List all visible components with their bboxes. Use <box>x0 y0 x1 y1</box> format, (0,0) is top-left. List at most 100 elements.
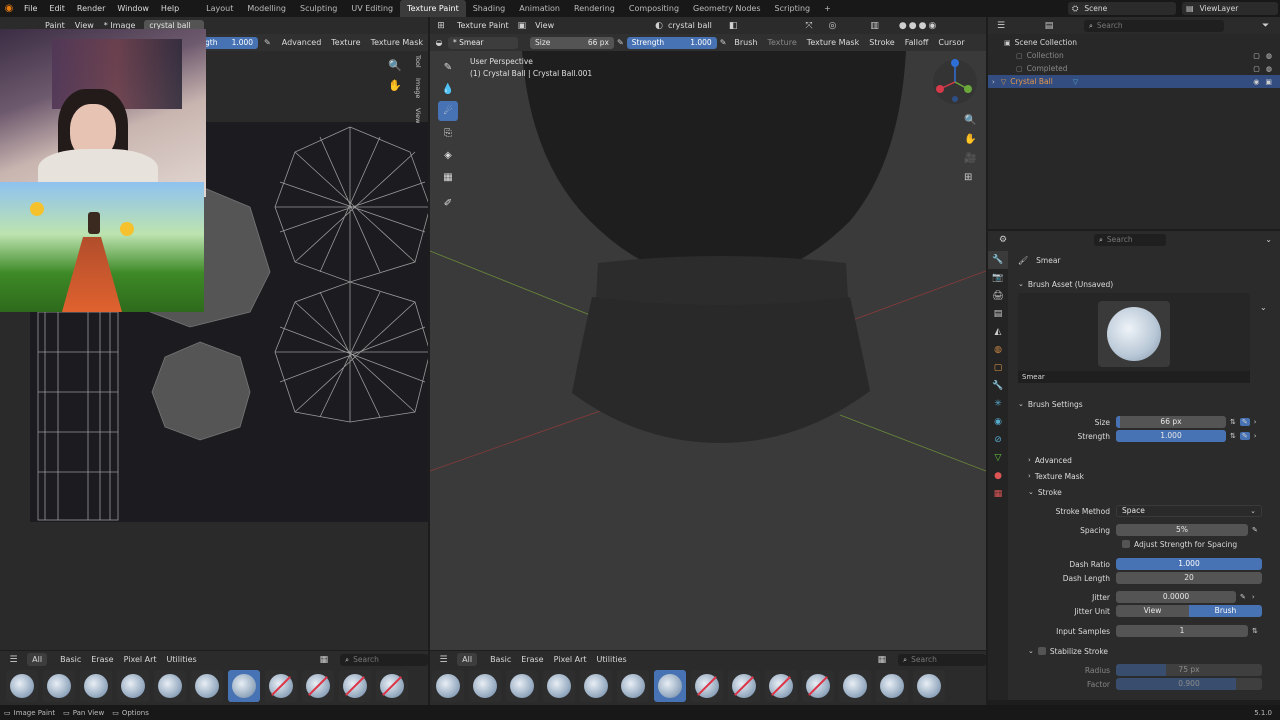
image-texture-mask-dropdown[interactable]: Texture Mask <box>366 34 428 51</box>
clone-tool-icon[interactable]: ⎘ <box>438 123 458 143</box>
brush-thumb[interactable] <box>117 670 149 702</box>
editor-type-icon[interactable]: ⊞ <box>430 21 452 31</box>
stroke-subpanel-header[interactable]: ⌄ Stroke <box>1012 485 1278 499</box>
ortho-toggle-icon[interactable]: ⊞ <box>964 172 972 183</box>
soften-tool-icon[interactable]: 💧 <box>438 79 458 99</box>
brush-thumb[interactable] <box>43 670 75 702</box>
object-tab-icon[interactable]: ▢ <box>988 359 1008 377</box>
expand-arrow-icon[interactable]: › <box>992 78 995 86</box>
tab-geometry-nodes[interactable]: Geometry Nodes <box>686 0 767 17</box>
world-tab-icon[interactable]: ◍ <box>988 341 1008 359</box>
shelf-tab-all[interactable]: All <box>457 653 478 666</box>
camera-view-icon[interactable]: 🎥 <box>964 153 976 164</box>
smear-tool-icon[interactable]: ☄ <box>438 101 458 121</box>
shading-mode-icon[interactable]: ◧ <box>729 21 738 31</box>
brush-thumb[interactable] <box>839 670 871 702</box>
brush-asset-name-field[interactable]: Smear <box>1018 371 1250 383</box>
brush-thumb[interactable] <box>580 670 612 702</box>
tab-scripting[interactable]: Scripting <box>768 0 818 17</box>
brush-preset-icon[interactable]: ◒ <box>430 38 448 47</box>
brush-thumb[interactable] <box>802 670 834 702</box>
brush-thumb[interactable] <box>302 670 334 702</box>
dash-ratio-slider[interactable]: 1.000 <box>1116 558 1262 570</box>
brush-thumb[interactable] <box>728 670 760 702</box>
properties-options-icon[interactable]: ⌄ <box>1265 235 1272 244</box>
tab-view[interactable]: View <box>414 108 422 123</box>
stroke-dropdown[interactable]: Stroke <box>864 34 900 51</box>
brush-thumb[interactable] <box>765 670 797 702</box>
zoom-icon[interactable]: 🔍 <box>388 59 402 72</box>
render-tab-icon[interactable]: 📷 <box>988 269 1008 287</box>
menu-render[interactable]: Render <box>71 0 111 17</box>
shelf-tab-erase[interactable]: Erase <box>516 651 548 668</box>
tab-animation[interactable]: Animation <box>512 0 567 17</box>
display-mode-icon[interactable]: ▤ <box>1014 21 1084 31</box>
unified-size-icon[interactable]: ⇅ <box>1230 418 1236 426</box>
visibility-icon[interactable]: ◉ <box>1253 78 1259 86</box>
strength-expand-icon[interactable]: › <box>1254 432 1257 440</box>
jitter-expand-icon[interactable]: › <box>1252 593 1255 601</box>
texture-dropdown[interactable]: Texture <box>763 34 802 51</box>
outliner-row-collection[interactable]: ▢ Collection ▢ ◍ <box>988 49 1280 62</box>
brush-thumb[interactable] <box>691 670 723 702</box>
jitter-pressure-icon[interactable]: ✎ <box>1240 593 1246 601</box>
tab-layout[interactable]: Layout <box>199 0 240 17</box>
adjust-strength-row[interactable]: Adjust Strength for Spacing <box>1012 537 1278 551</box>
tab-modelling[interactable]: Modelling <box>240 0 293 17</box>
advanced-subpanel-header[interactable]: › Advanced <box>1012 453 1278 467</box>
brush-settings-panel-header[interactable]: ⌄ Brush Settings <box>1012 397 1278 411</box>
shelf-tab-all[interactable]: All <box>27 653 48 666</box>
shelf-tab-pixel-art[interactable]: Pixel Art <box>549 651 592 668</box>
input-samples-field[interactable]: 1 <box>1116 625 1248 637</box>
scene-selector[interactable]: ⛭ Scene <box>1068 2 1176 15</box>
scene-collection-row[interactable]: ▣ Scene Collection <box>988 36 1280 49</box>
constraints-tab-icon[interactable]: ⊘ <box>988 431 1008 449</box>
brush-asset-preview[interactable]: Smear <box>1018 293 1250 383</box>
paint-mask-icon[interactable]: ▣ <box>518 21 527 31</box>
menu-file[interactable]: File <box>18 0 43 17</box>
tab-shading[interactable]: Shading <box>466 0 513 17</box>
brush-thumb-active[interactable] <box>654 670 686 702</box>
annotate-tool-icon[interactable]: ✐ <box>438 193 458 213</box>
asset-menu-icon[interactable]: ⌄ <box>1260 303 1267 312</box>
shelf-search-left[interactable]: ⌕ Search <box>340 653 428 666</box>
gizmo-toggle-icon[interactable]: ⤧ <box>805 21 812 31</box>
brush-thumb[interactable] <box>469 670 501 702</box>
prop-strength-slider[interactable]: 1.000 <box>1116 430 1226 442</box>
image-texture-dropdown[interactable]: Texture <box>326 34 365 51</box>
xray-toggle-icon[interactable]: ▥ <box>870 21 879 31</box>
brush-thumb[interactable] <box>80 670 112 702</box>
tool-tab-icon[interactable]: 🔧 <box>988 251 1008 269</box>
radius-slider[interactable]: 75 px <box>1116 664 1262 676</box>
shelf-menu-icon[interactable]: ☰ <box>430 655 457 665</box>
viewport-zoom-icon[interactable]: 🔍 <box>964 115 976 126</box>
size-pressure-icon[interactable]: ✎ <box>617 38 624 47</box>
strength-pressure-toggle-icon[interactable]: ✎ <box>1239 432 1250 440</box>
tab-image[interactable]: Image <box>414 78 422 98</box>
overlay-toggle-icon[interactable]: ◎ <box>829 21 837 31</box>
blender-logo-icon[interactable]: ◉ <box>0 0 18 17</box>
particles-tab-icon[interactable]: ✳ <box>988 395 1008 413</box>
jitter-unit-brush-button[interactable]: Brush <box>1189 605 1262 617</box>
brush-thumb[interactable] <box>265 670 297 702</box>
shelf-tab-pixel-art[interactable]: Pixel Art <box>119 651 162 668</box>
viewport-mode-dropdown[interactable]: Texture Paint <box>452 17 514 34</box>
brush-thumb[interactable] <box>154 670 186 702</box>
brush-thumb[interactable] <box>913 670 945 702</box>
shelf-tab-erase[interactable]: Erase <box>86 651 118 668</box>
unified-strength-icon[interactable]: ⇅ <box>1230 432 1236 440</box>
outliner-type-icon[interactable]: ☰ <box>988 21 1014 31</box>
stabilize-checkbox[interactable] <box>1037 647 1046 655</box>
image-advanced-dropdown[interactable]: Advanced <box>277 34 327 51</box>
draw-tool-icon[interactable]: ✎ <box>438 57 458 77</box>
outliner-row-completed[interactable]: ▢ Completed ▢ ◍ <box>988 62 1280 75</box>
tab-uv-editing[interactable]: UV Editing <box>344 0 400 17</box>
viewport-view-menu[interactable]: View <box>530 17 559 34</box>
shelf-tab-utilities[interactable]: Utilities <box>592 651 632 668</box>
spacing-pressure-icon[interactable]: ✎ <box>1252 526 1258 534</box>
tab-tool[interactable]: Tool <box>414 55 422 68</box>
viewlayer-selector[interactable]: ▤ ViewLayer <box>1182 2 1278 15</box>
strength-pressure-icon[interactable]: ✎ <box>720 38 727 47</box>
material-tab-icon[interactable]: ● <box>988 467 1008 485</box>
brush-thumb[interactable] <box>376 670 408 702</box>
